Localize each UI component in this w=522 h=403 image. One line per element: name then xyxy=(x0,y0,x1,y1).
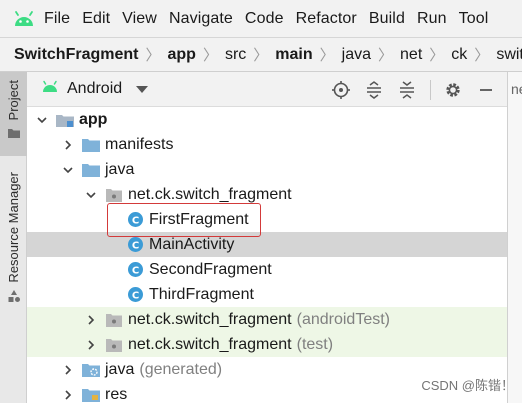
left-tool-stripe: Project Resource Manager xyxy=(0,72,27,403)
tree-label-package-test: net.ck.switch_fragment xyxy=(128,335,292,353)
tree-label-res: res xyxy=(105,385,128,403)
breadcrumb-src[interactable]: src xyxy=(225,46,246,64)
panel-toolbar xyxy=(319,72,497,107)
tree-node-app[interactable]: app xyxy=(27,107,507,132)
menu-navigate[interactable]: Navigate xyxy=(169,10,233,28)
tree-node-java[interactable]: java xyxy=(27,157,507,182)
project-tab-label: Project xyxy=(6,80,21,121)
project-panel-header: Android xyxy=(27,72,507,107)
folder-icon xyxy=(81,135,101,155)
android-studio-logo-icon xyxy=(11,6,37,32)
project-view-selector[interactable]: Android xyxy=(41,80,149,99)
tree-label-first-fragment: FirstFragment xyxy=(149,210,249,228)
package-icon xyxy=(104,335,124,355)
breadcrumb-separator-icon: 〉 xyxy=(202,47,218,64)
breadcrumb-switch-fragment[interactable]: switch_frag xyxy=(496,46,522,64)
expand-all-icon[interactable] xyxy=(363,79,385,101)
breadcrumb-project[interactable]: SwitchFragment xyxy=(14,46,138,64)
breadcrumb-separator-icon: 〉 xyxy=(378,47,394,64)
breadcrumb-separator-icon: 〉 xyxy=(319,47,335,64)
package-icon xyxy=(104,310,124,330)
menu-tools[interactable]: Tool xyxy=(459,10,489,28)
project-tool-tab[interactable]: Project xyxy=(0,72,27,156)
tree-label-third-fragment: ThirdFragment xyxy=(149,285,254,303)
breadcrumb-app[interactable]: app xyxy=(167,46,195,64)
resource-manager-tool-tab[interactable]: Resource Manager xyxy=(0,172,27,322)
breadcrumb-separator-icon: 〉 xyxy=(253,47,269,64)
resource-manager-tab-label: Resource Manager xyxy=(6,172,21,283)
menu-view[interactable]: View xyxy=(122,10,157,28)
tree-node-main-activity[interactable]: C MainActivity xyxy=(27,232,507,257)
tree-node-first-fragment[interactable]: C FirstFragment xyxy=(27,207,507,232)
tree-label-second-fragment: SecondFragment xyxy=(149,260,272,278)
menu-run[interactable]: Run xyxy=(417,10,447,28)
java-class-icon: C xyxy=(125,235,145,255)
tree-node-third-fragment[interactable]: C ThirdFragment xyxy=(27,282,507,307)
java-class-icon: C xyxy=(125,260,145,280)
editor-tab-fragment[interactable]: ne xyxy=(511,81,522,97)
breadcrumb-java[interactable]: java xyxy=(342,46,371,64)
project-tree: app manifests java net.ck.switch_fragmen… xyxy=(27,107,507,403)
collapse-all-icon[interactable] xyxy=(396,79,418,101)
tree-label-java: java xyxy=(105,160,135,178)
resource-manager-icon xyxy=(7,289,21,308)
breadcrumb-separator-icon: 〉 xyxy=(145,47,161,64)
menu-build[interactable]: Build xyxy=(369,10,405,28)
tree-suffix-generated: (generated) xyxy=(139,360,223,378)
package-icon xyxy=(104,185,124,205)
menu-code[interactable]: Code xyxy=(245,10,284,28)
tree-node-package-android-test[interactable]: net.ck.switch_fragment (androidTest) xyxy=(27,307,507,332)
menu-file[interactable]: File xyxy=(44,10,70,28)
module-folder-icon xyxy=(55,110,75,130)
watermark-text: CSDN @陈锴！ xyxy=(421,378,514,393)
java-class-icon: C xyxy=(125,210,145,230)
tree-suffix-test: (test) xyxy=(296,335,334,353)
svg-text:C: C xyxy=(131,265,138,276)
tree-node-second-fragment[interactable]: C SecondFragment xyxy=(27,257,507,282)
breadcrumb-main[interactable]: main xyxy=(275,46,312,64)
toolbar-divider xyxy=(430,79,431,100)
gear-icon[interactable] xyxy=(442,79,464,101)
chevron-right-icon[interactable] xyxy=(61,363,75,377)
breadcrumb-net[interactable]: net xyxy=(400,46,422,64)
tree-label-package: net.ck.switch_fragment xyxy=(128,185,292,203)
menu-edit[interactable]: Edit xyxy=(82,10,110,28)
svg-text:C: C xyxy=(131,240,138,251)
chevron-right-icon[interactable] xyxy=(84,338,98,352)
locate-file-icon[interactable] xyxy=(330,79,352,101)
tree-node-package[interactable]: net.ck.switch_fragment xyxy=(27,182,507,207)
svg-text:C: C xyxy=(131,215,138,226)
menu-bar: File Edit View Navigate Code Refactor Bu… xyxy=(0,0,522,37)
chevron-down-icon[interactable] xyxy=(35,113,49,127)
java-class-icon: C xyxy=(125,285,145,305)
tree-label-package-android-test: net.ck.switch_fragment xyxy=(128,310,292,328)
folder-icon xyxy=(81,160,101,180)
resource-folder-icon xyxy=(81,385,101,403)
navigation-breadcrumb: SwitchFragment 〉 app 〉 src 〉 main 〉 java… xyxy=(0,37,522,72)
tree-suffix-android-test: (androidTest) xyxy=(296,310,390,328)
chevron-right-icon[interactable] xyxy=(61,138,75,152)
menu-refactor[interactable]: Refactor xyxy=(296,10,357,28)
chevron-down-icon xyxy=(136,85,149,93)
project-folder-icon xyxy=(7,126,21,144)
tree-node-manifests[interactable]: manifests xyxy=(27,132,507,157)
tree-label-manifests: manifests xyxy=(105,135,174,153)
chevron-right-icon[interactable] xyxy=(61,388,75,402)
tree-label-java-generated: java xyxy=(105,360,135,378)
editor-edge: ne xyxy=(507,72,522,403)
tree-label-main-activity: MainActivity xyxy=(149,235,235,253)
tree-node-package-test[interactable]: net.ck.switch_fragment (test) xyxy=(27,332,507,357)
breadcrumb-ck[interactable]: ck xyxy=(451,46,467,64)
svg-text:C: C xyxy=(131,290,138,301)
breadcrumb-separator-icon: 〉 xyxy=(474,47,490,64)
chevron-down-icon[interactable] xyxy=(61,163,75,177)
project-view-label: Android xyxy=(67,80,123,97)
breadcrumb-separator-icon: 〉 xyxy=(429,47,445,64)
chevron-down-icon[interactable] xyxy=(84,188,98,202)
android-view-icon xyxy=(41,80,59,99)
tree-label-app: app xyxy=(79,110,108,128)
hide-panel-icon[interactable] xyxy=(475,79,497,101)
chevron-right-icon[interactable] xyxy=(84,313,98,327)
generated-folder-icon xyxy=(81,360,101,380)
